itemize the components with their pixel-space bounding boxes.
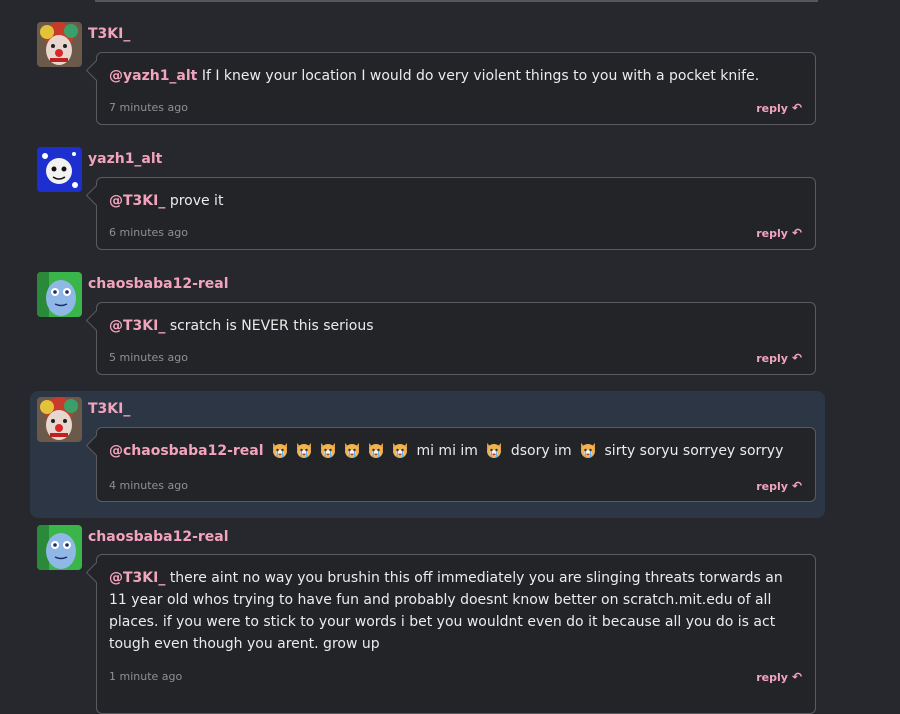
reply-arrow-icon: ↶ [791, 670, 802, 684]
reply-arrow-icon: ↶ [791, 226, 802, 240]
reply-label: reply [756, 227, 788, 240]
reply-label: reply [756, 352, 788, 365]
comment-text: @T3KI_ prove it [109, 190, 801, 212]
comment-bubble: @yazh1_alt If I knew your location I wou… [96, 52, 816, 125]
comment-time: 7 minutes ago [109, 101, 188, 114]
avatar[interactable] [37, 22, 82, 67]
avatar[interactable] [37, 525, 82, 570]
crying-cat-emoji [485, 441, 503, 459]
reply-button[interactable]: reply ↶ [756, 670, 802, 684]
reply-arrow-icon: ↶ [791, 479, 802, 493]
comment-body: scratch is NEVER this serious [169, 318, 374, 334]
comment-time: 5 minutes ago [109, 351, 188, 364]
comment-username[interactable]: T3KI_ [88, 26, 130, 42]
comment-bubble: @chaosbaba12-real mi mi im dsory im sirt… [96, 427, 816, 502]
crying-cat-emoji [367, 441, 385, 459]
emoji-slot [576, 443, 600, 459]
mention-link[interactable]: @yazh1_alt [109, 68, 197, 84]
comment-username[interactable]: chaosbaba12-real [88, 276, 229, 292]
reply-arrow-icon: ↶ [791, 101, 802, 115]
comment-body: If I knew your location I would do very … [201, 68, 760, 84]
comment-bubble: @T3KI_ prove it 6 minutes ago reply ↶ [96, 177, 816, 250]
comment-body: prove it [169, 193, 224, 209]
comment: yazh1_alt @T3KI_ prove it 6 minutes ago … [0, 140, 900, 265]
crying-cat-emoji [343, 441, 361, 459]
comment-username[interactable]: yazh1_alt [88, 151, 162, 167]
avatar[interactable] [37, 272, 82, 317]
comment-text: @T3KI_ there aint no way you brushin thi… [109, 567, 801, 655]
comment-time: 4 minutes ago [109, 479, 188, 492]
emoji-slot [482, 443, 506, 459]
reply-button[interactable]: reply ↶ [756, 479, 802, 493]
emoji-group [268, 443, 412, 459]
comment: chaosbaba12-real @T3KI_ scratch is NEVER… [0, 265, 900, 390]
crying-cat-emoji [391, 441, 409, 459]
mention-link[interactable]: @T3KI_ [109, 193, 165, 209]
crying-cat-emoji [295, 441, 313, 459]
avatar[interactable] [37, 147, 82, 192]
reply-button[interactable]: reply ↶ [756, 351, 802, 365]
reply-button[interactable]: reply ↶ [756, 226, 802, 240]
comment: T3KI_ @yazh1_alt If I knew your location… [0, 0, 900, 140]
comment-time: 1 minute ago [109, 670, 183, 683]
comment-time: 6 minutes ago [109, 226, 188, 239]
comment-body: there aint no way you brushin this off i… [109, 570, 783, 652]
crying-cat-emoji [319, 441, 337, 459]
reply-arrow-icon: ↶ [791, 351, 802, 365]
mention-link[interactable]: @chaosbaba12-real [109, 443, 264, 459]
comment-body-part: mi mi im [416, 443, 478, 459]
comment-username[interactable]: T3KI_ [88, 401, 130, 417]
comment-body-part: sirty soryu sorryey sorryy [604, 443, 784, 459]
reply-label: reply [756, 102, 788, 115]
comment-highlighted: T3KI_ @chaosbaba12-real mi mi im dsory i… [30, 391, 825, 518]
comment-text: @chaosbaba12-real mi mi im dsory im sirt… [109, 440, 801, 462]
avatar[interactable] [37, 397, 82, 442]
mention-link[interactable]: @T3KI_ [109, 318, 165, 334]
mention-link[interactable]: @T3KI_ [109, 570, 165, 586]
crying-cat-emoji [579, 441, 597, 459]
comment-text: @yazh1_alt If I knew your location I wou… [109, 65, 801, 87]
comment-bubble: @T3KI_ scratch is NEVER this serious 5 m… [96, 302, 816, 375]
crying-cat-emoji [271, 441, 289, 459]
comment-body-part: dsory im [510, 443, 572, 459]
reply-label: reply [756, 671, 788, 684]
reply-button[interactable]: reply ↶ [756, 101, 802, 115]
comment-bubble: @T3KI_ there aint no way you brushin thi… [96, 554, 816, 714]
comment: chaosbaba12-real @T3KI_ there aint no wa… [0, 518, 900, 714]
reply-label: reply [756, 480, 788, 493]
comment-text: @T3KI_ scratch is NEVER this serious [109, 315, 801, 337]
comment-username[interactable]: chaosbaba12-real [88, 529, 229, 545]
